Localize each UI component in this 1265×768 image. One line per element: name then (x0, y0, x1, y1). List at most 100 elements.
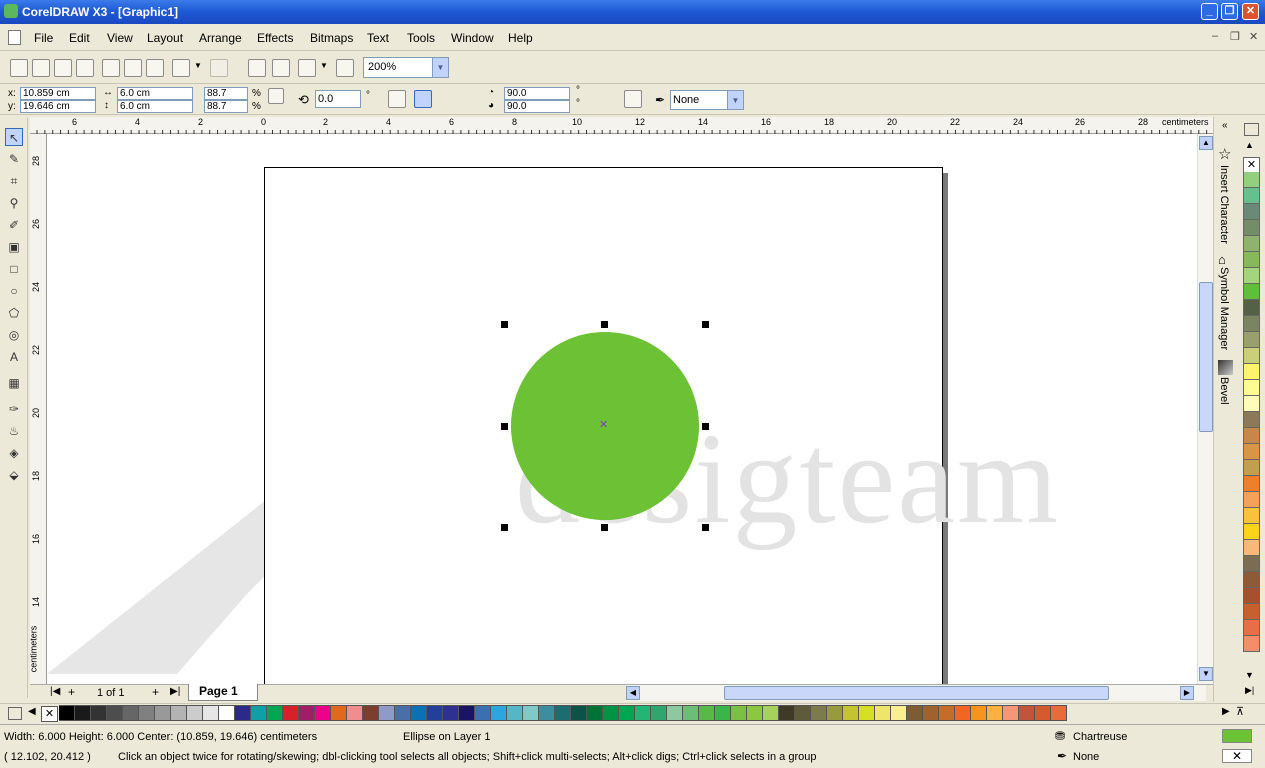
palette-down-icon[interactable]: ▼ (1245, 670, 1254, 680)
color-swatch[interactable] (699, 705, 715, 721)
color-swatch[interactable] (155, 705, 171, 721)
color-swatch[interactable] (251, 705, 267, 721)
color-swatch[interactable] (971, 705, 987, 721)
selection-handle[interactable] (702, 321, 709, 328)
menu-text[interactable]: Text (367, 31, 389, 45)
eyedropper-icon[interactable]: ✑ (5, 400, 23, 418)
outline-none-swatch[interactable]: ✕ (1222, 749, 1252, 763)
color-swatch[interactable] (331, 705, 347, 721)
selection-handle[interactable] (702, 524, 709, 531)
export-icon[interactable] (272, 59, 290, 77)
freehand-tool-icon[interactable]: ✐ (5, 216, 23, 234)
lock-ratio-icon[interactable] (268, 88, 284, 104)
color-swatch[interactable] (571, 705, 587, 721)
color-swatch[interactable] (235, 705, 251, 721)
color-swatch[interactable] (1243, 428, 1260, 444)
docker-tab-insert-character[interactable]: Insert Character (1218, 165, 1230, 244)
color-swatch[interactable] (651, 705, 667, 721)
color-swatch[interactable] (363, 705, 379, 721)
color-swatch[interactable] (955, 705, 971, 721)
color-swatch[interactable] (267, 705, 283, 721)
save-icon[interactable] (54, 59, 72, 77)
ellipse-tool-icon[interactable]: ○ (5, 282, 23, 300)
scroll-thumb-h[interactable] (724, 686, 1109, 700)
docker-tab-bevel[interactable]: Bevel (1218, 377, 1230, 405)
menu-help[interactable]: Help (508, 31, 533, 45)
color-swatch[interactable] (1243, 492, 1260, 508)
color-swatch[interactable] (59, 705, 75, 721)
selection-handle[interactable] (501, 321, 508, 328)
color-swatch[interactable] (1003, 705, 1019, 721)
launcher-dropdown-icon[interactable]: ▼ (320, 61, 334, 75)
color-swatch[interactable] (747, 705, 763, 721)
color-swatch[interactable] (1243, 284, 1260, 300)
color-swatch[interactable] (1243, 620, 1260, 636)
docker-tab-symbol-manager[interactable]: Symbol Manager (1218, 267, 1230, 350)
selection-handle[interactable] (601, 524, 608, 531)
menu-window[interactable]: Window (451, 31, 494, 45)
palette-scroll-left-icon[interactable]: ◀ (28, 706, 36, 717)
restore-button[interactable]: ❐ (1221, 3, 1238, 20)
color-swatch[interactable] (427, 705, 443, 721)
scroll-thumb[interactable] (1199, 282, 1213, 432)
color-swatch[interactable] (1243, 524, 1260, 540)
selection-handle[interactable] (702, 423, 709, 430)
color-swatch[interactable] (731, 705, 747, 721)
height-field[interactable]: 6.0 cm (117, 100, 193, 113)
color-swatch[interactable] (1243, 396, 1260, 412)
color-swatch[interactable] (715, 705, 731, 721)
color-swatch[interactable] (907, 705, 923, 721)
menu-arrange[interactable]: Arrange (199, 31, 242, 45)
import-icon[interactable] (248, 59, 266, 77)
menu-view[interactable]: View (107, 31, 133, 45)
color-swatch[interactable] (827, 705, 843, 721)
palette-expand-icon[interactable]: ▶| (1245, 685, 1254, 696)
basic-shapes-icon[interactable]: ◎ (5, 326, 23, 344)
color-swatch[interactable] (475, 705, 491, 721)
vertical-scrollbar[interactable]: ▲ ▼ (1197, 134, 1213, 684)
doc-close-button[interactable]: ✕ (1249, 30, 1258, 43)
palette-scroll-right-icon[interactable]: ▶ (1222, 706, 1230, 717)
color-swatch[interactable] (875, 705, 891, 721)
color-swatch[interactable] (299, 705, 315, 721)
color-swatch[interactable] (1243, 588, 1260, 604)
add-page-icon[interactable]: + (68, 685, 75, 699)
shape-tool-icon[interactable]: ✎ (5, 150, 23, 168)
color-swatch[interactable] (1243, 188, 1260, 204)
color-swatch[interactable] (1243, 220, 1260, 236)
color-swatch[interactable] (1243, 204, 1260, 220)
undo-dropdown-icon[interactable]: ▼ (194, 61, 208, 75)
doc-restore-button[interactable]: ❐ (1230, 30, 1240, 43)
color-swatch[interactable] (1243, 444, 1260, 460)
zoom-combo[interactable]: 200% ▼ (363, 57, 449, 78)
color-swatch[interactable] (395, 705, 411, 721)
last-page-icon[interactable]: ▶| (170, 686, 180, 697)
color-swatch[interactable] (1243, 364, 1260, 380)
color-swatch[interactable] (779, 705, 795, 721)
color-swatch[interactable] (683, 705, 699, 721)
width-field[interactable]: 6.0 cm (117, 87, 193, 100)
first-page-icon[interactable]: |◀ (50, 686, 60, 697)
end-angle-field[interactable]: 90.0 (504, 100, 570, 113)
color-swatch[interactable] (1243, 252, 1260, 268)
application-launcher-icon[interactable] (298, 59, 316, 77)
rotation-field[interactable]: 0.0 (315, 90, 361, 108)
color-swatch[interactable] (1019, 705, 1035, 721)
menu-layout[interactable]: Layout (147, 31, 183, 45)
color-swatch[interactable] (379, 705, 395, 721)
page-tab[interactable]: Page 1 (188, 684, 258, 701)
collapse-docker-icon[interactable]: « (1222, 120, 1228, 131)
color-swatch[interactable] (1243, 300, 1260, 316)
color-swatch[interactable] (139, 705, 155, 721)
rectangle-tool-icon[interactable]: □ (5, 260, 23, 278)
color-swatch[interactable] (667, 705, 683, 721)
selection-handle[interactable] (501, 423, 508, 430)
color-swatch[interactable] (491, 705, 507, 721)
color-swatch[interactable] (507, 705, 523, 721)
to-front-icon[interactable] (778, 90, 796, 108)
outline-tool-icon[interactable]: ♨ (5, 422, 23, 440)
color-swatch[interactable] (1243, 268, 1260, 284)
x-position-field[interactable]: 10.859 cm (20, 87, 96, 100)
scroll-left-icon[interactable]: ◀ (626, 686, 640, 700)
color-swatch[interactable] (1243, 604, 1260, 620)
